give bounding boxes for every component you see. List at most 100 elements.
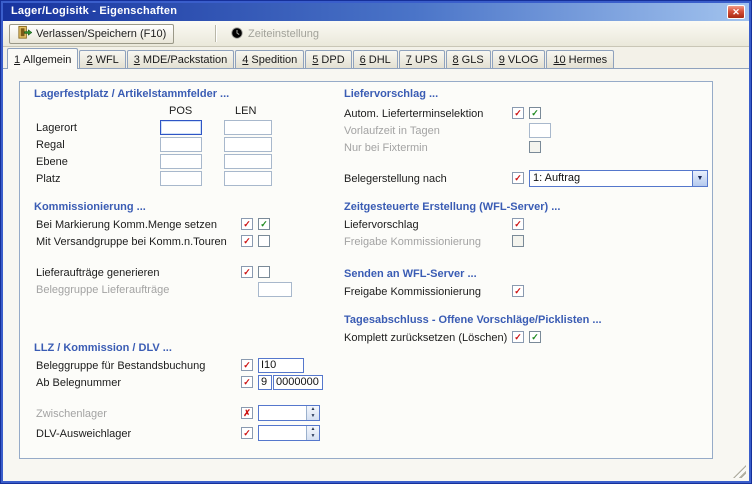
tab-5-dpd[interactable]: 5DPD	[305, 50, 351, 68]
tab-number: 2	[86, 54, 92, 66]
label-zeit-freigabe-kommissionierung: Freigabe Kommissionierung	[344, 236, 481, 249]
apply-checkbox-lieferauftraege[interactable]: ✓	[241, 266, 253, 278]
value-checkbox-lieferauftraege[interactable]	[258, 266, 270, 278]
label-beleggruppe-bestand: Beleggruppe für Bestandsbuchung	[36, 360, 205, 373]
spin-down-icon[interactable]: ▼	[307, 433, 319, 440]
apply-checkbox-senden-freigabe[interactable]: ✓	[512, 285, 524, 297]
tab-8-gls[interactable]: 8GLS	[446, 50, 491, 68]
ebene-pos-field[interactable]	[160, 154, 202, 169]
apply-checkbox-zwischenlager[interactable]: ✗	[241, 407, 253, 419]
tab-label: VLOG	[508, 54, 539, 66]
label-belegerstellung-nach: Belegerstellung nach	[344, 173, 447, 186]
section-title-llz: LLZ / Kommission / DLV ...	[34, 342, 172, 354]
value-checkbox-komplett-zuruecksetzen[interactable]: ✓	[529, 331, 541, 343]
label-beleggruppe-lieferauftraege: Beleggruppe Lieferaufträge	[36, 284, 169, 297]
apply-checkbox-belegerstellung[interactable]: ✓	[512, 172, 524, 184]
value-checkbox-komm-menge[interactable]: ✓	[258, 218, 270, 230]
tab-6-dhl[interactable]: 6DHL	[353, 50, 398, 68]
spin-up-icon[interactable]: ▲	[307, 426, 319, 433]
apply-checkbox-dlv-ausweichlager[interactable]: ✓	[241, 427, 253, 439]
section-title-lagerfestplatz: Lagerfestplatz / Artikelstammfelder ...	[34, 88, 229, 100]
column-header-pos: POS	[169, 105, 192, 117]
tab-label: WFL	[96, 54, 119, 66]
tab-9-vlog[interactable]: 9VLOG	[492, 50, 546, 68]
tab-label: Spedition	[251, 54, 297, 66]
belegerstellung-select[interactable]: 1: Auftrag ▼	[529, 170, 708, 187]
resize-grip[interactable]	[733, 465, 746, 478]
exit-save-label: Verlassen/Speichern (F10)	[36, 28, 166, 40]
tab-label: Hermes	[569, 54, 608, 66]
label-versandgruppe: Mit Versandgruppe bei Komm.n.Touren	[36, 236, 227, 249]
label-regal: Regal	[36, 139, 65, 152]
dlv-ausweichlager-spinner[interactable]: ▲ ▼	[258, 425, 320, 441]
regal-len-field[interactable]	[224, 137, 272, 152]
tab-7-ups[interactable]: 7UPS	[399, 50, 445, 68]
section-title-senden: Senden an WFL-Server ...	[344, 268, 477, 280]
label-ab-belegnummer: Ab Belegnummer	[36, 377, 121, 390]
belegerstellung-dropdown-button[interactable]: ▼	[692, 171, 707, 186]
apply-checkbox-versandgruppe[interactable]: ✓	[241, 235, 253, 247]
label-dlv-ausweichlager: DLV-Ausweichlager	[36, 428, 131, 441]
vorlaufzeit-field	[529, 123, 551, 138]
toolbar-separator	[215, 25, 216, 42]
tab-number: 6	[360, 54, 366, 66]
value-checkbox-versandgruppe[interactable]	[258, 235, 270, 247]
label-komplett-zuruecksetzen: Komplett zurücksetzen (Löschen)	[344, 332, 507, 345]
label-lagerort: Lagerort	[36, 122, 77, 135]
apply-checkbox-komplett-zuruecksetzen[interactable]: ✓	[512, 331, 524, 343]
tab-label: GLS	[462, 54, 484, 66]
belegnummer-field[interactable]: 0000000	[273, 375, 323, 390]
titlebar[interactable]: Lager/Logisitk - Eigenschaften ✕	[3, 3, 749, 21]
tab-strip: 1Allgemein 2 WFL 3MDE/Packstation 4Spedit…	[3, 47, 749, 69]
label-vorlaufzeit: Vorlaufzeit in Tagen	[344, 125, 440, 138]
apply-checkbox-lieferterminselektion[interactable]: ✓	[512, 107, 524, 119]
tab-label: Allgemein	[23, 54, 71, 66]
label-ebene: Ebene	[36, 156, 68, 169]
beleggruppe-lieferauftraege-field	[258, 282, 292, 297]
exit-save-button[interactable]: Verlassen/Speichern (F10)	[9, 24, 174, 44]
tab-number: 3	[134, 54, 140, 66]
platz-pos-field[interactable]	[160, 171, 202, 186]
time-settings-label: Zeiteinstellung	[248, 28, 319, 40]
apply-checkbox-zeit-liefervorschlag[interactable]: ✓	[512, 218, 524, 230]
label-zwischenlager: Zwischenlager	[36, 408, 107, 421]
platz-len-field[interactable]	[224, 171, 272, 186]
tab-label: DHL	[369, 54, 391, 66]
exit-door-icon	[17, 25, 32, 43]
close-button[interactable]: ✕	[727, 5, 745, 19]
content-panel: Lagerfestplatz / Artikelstammfelder ... …	[19, 81, 713, 459]
label-lieferauftraege: Lieferaufträge generieren	[36, 267, 160, 280]
tab-2-wfl[interactable]: 2 WFL	[79, 50, 125, 68]
label-autom-lieferterminselektion: Autom. Lieferterminselektion	[344, 108, 483, 121]
tab-number: 9	[499, 54, 505, 66]
label-platz: Platz	[36, 173, 60, 186]
tab-label: DPD	[321, 54, 344, 66]
spin-up-icon: ▲	[307, 406, 319, 413]
lagerort-len-field[interactable]	[224, 120, 272, 135]
tab-number: 8	[453, 54, 459, 66]
tab-label: MDE/Packstation	[143, 54, 227, 66]
ebene-len-field[interactable]	[224, 154, 272, 169]
tab-1-allgemein[interactable]: 1Allgemein	[7, 48, 78, 69]
label-nur-bei-fixtermin: Nur bei Fixtermin	[344, 142, 428, 155]
label-senden-freigabe-kommissionierung: Freigabe Kommissionierung	[344, 286, 481, 299]
apply-checkbox-ab-belegnummer[interactable]: ✓	[241, 376, 253, 388]
apply-checkbox-beleggruppe-bestand[interactable]: ✓	[241, 359, 253, 371]
label-zeit-liefervorschlag: Liefervorschlag	[344, 219, 419, 232]
belegnummer-prefix-field[interactable]: 9	[258, 375, 272, 390]
tab-3-mde-packstation[interactable]: 3MDE/Packstation	[127, 50, 235, 68]
lagerort-pos-field[interactable]	[160, 120, 202, 135]
value-checkbox-zeit-freigabe	[512, 235, 524, 247]
tab-number: 7	[406, 54, 412, 66]
column-header-len: LEN	[235, 105, 256, 117]
tab-label: UPS	[415, 54, 438, 66]
spin-down-icon: ▼	[307, 413, 319, 420]
tab-4-spedition[interactable]: 4Spedition	[235, 50, 304, 68]
window-title: Lager/Logisitk - Eigenschaften	[11, 5, 177, 17]
beleggruppe-bestand-field[interactable]: I10	[258, 358, 304, 373]
tab-10-hermes[interactable]: 10Hermes	[546, 50, 614, 68]
regal-pos-field[interactable]	[160, 137, 202, 152]
value-checkbox-lieferterminselektion[interactable]: ✓	[529, 107, 541, 119]
apply-checkbox-komm-menge[interactable]: ✓	[241, 218, 253, 230]
page-allgemein: Lagerfestplatz / Artikelstammfelder ... …	[3, 69, 749, 481]
